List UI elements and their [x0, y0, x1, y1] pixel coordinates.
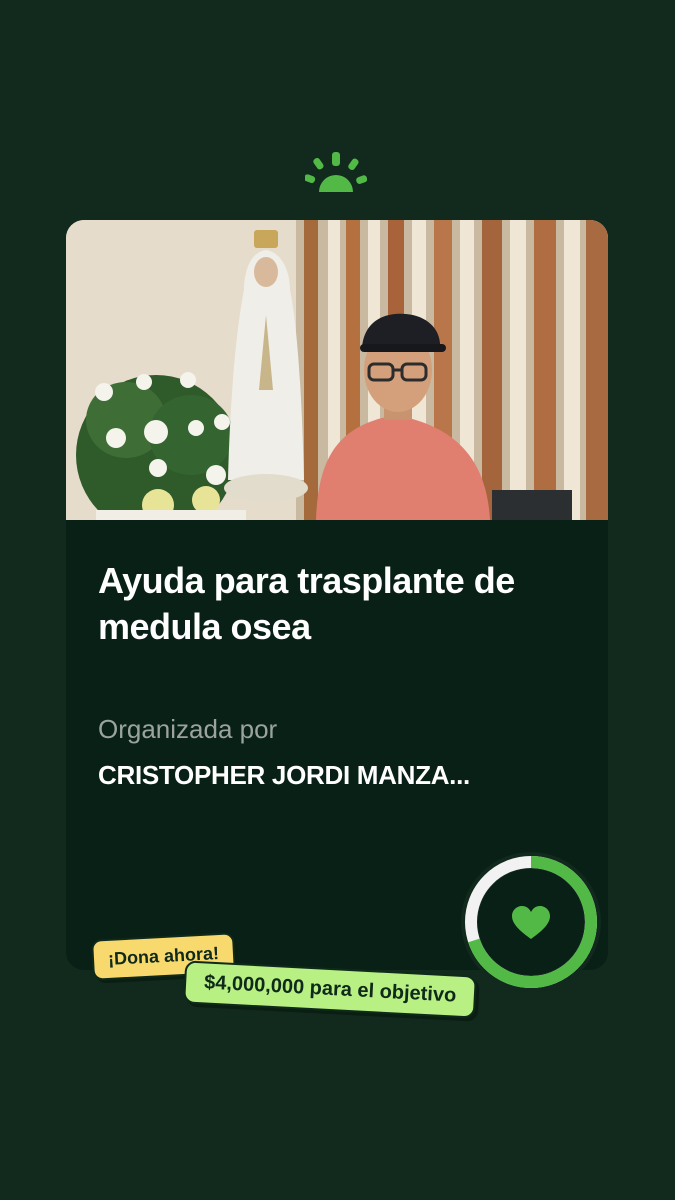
- organized-by-label: Organizada por: [98, 714, 278, 744]
- organizer-name: CRISTOPHER JORDI MANZA...: [98, 760, 470, 790]
- gofundme-logo-icon: [305, 152, 367, 192]
- campaign-title[interactable]: Ayuda para trasplante de medula osea: [98, 558, 588, 650]
- campaign-photo: [66, 220, 608, 520]
- heart-icon: [512, 906, 550, 939]
